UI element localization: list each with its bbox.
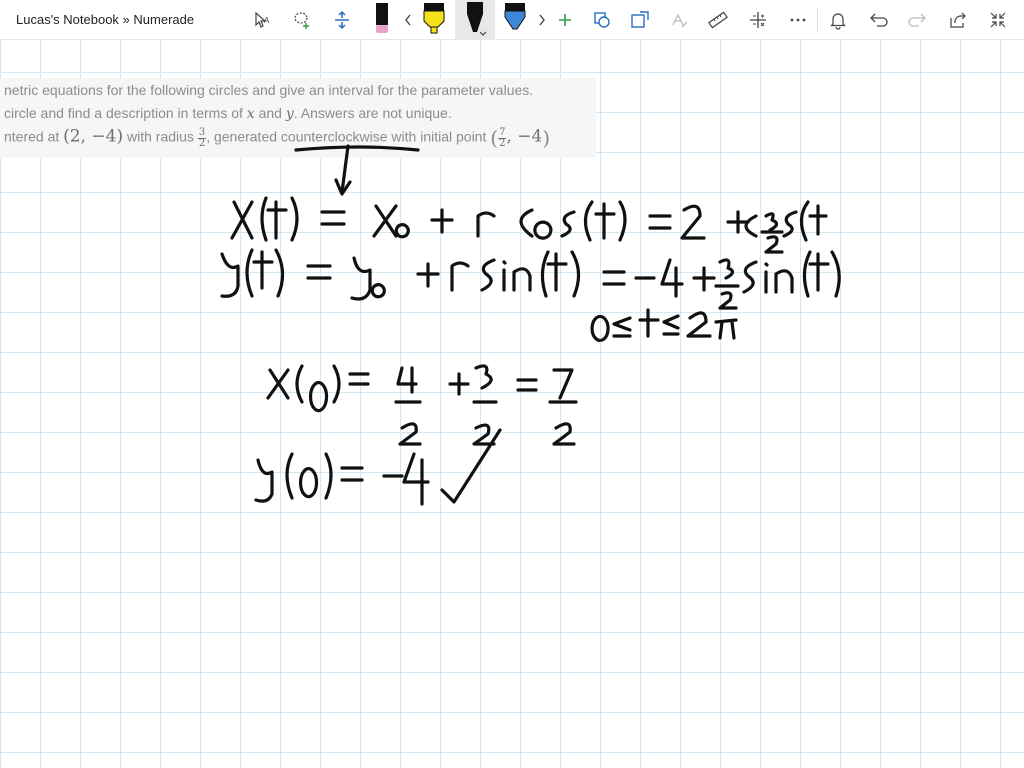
share-button[interactable] — [946, 0, 970, 40]
pen-scroll-left[interactable] — [400, 0, 416, 40]
more-icon — [790, 18, 806, 22]
pen-blue[interactable] — [498, 0, 532, 40]
shapes-icon — [594, 12, 610, 28]
notifications-button[interactable] — [826, 0, 850, 40]
ink-arrow — [294, 144, 420, 196]
pen-pink[interactable] — [370, 0, 394, 40]
ink-check-y — [254, 428, 502, 506]
collapse-icon — [990, 12, 1006, 28]
ink-to-shape-tool[interactable] — [628, 0, 652, 40]
ink-to-shape-icon — [631, 11, 649, 28]
insert-space-icon — [335, 10, 349, 30]
math-grid-tool[interactable] — [746, 0, 770, 40]
bell-icon — [830, 13, 846, 30]
pen-scroll-right[interactable] — [534, 0, 550, 40]
lasso-plus-icon — [294, 12, 309, 29]
cursor-text-icon: A — [255, 11, 270, 28]
ink-to-math-tool — [668, 0, 692, 40]
pen-icon — [504, 3, 526, 30]
highlighter-icon — [423, 3, 445, 34]
insert-space-tool[interactable] — [330, 0, 354, 40]
window-title: Lucas's Notebook » Numerade — [16, 12, 195, 27]
pen-icon — [376, 3, 388, 33]
highlighter-yellow[interactable] — [418, 0, 450, 40]
plus-icon — [559, 14, 571, 26]
add-pen-button[interactable] — [554, 0, 576, 40]
app-toolbar: Lucas's Notebook » Numerade A — [0, 0, 1024, 40]
ink-to-math-icon — [672, 13, 688, 28]
svg-text:A: A — [264, 16, 270, 25]
pen-icon — [467, 2, 487, 36]
select-text-tool[interactable]: A — [250, 0, 274, 40]
more-options-button[interactable] — [786, 0, 810, 40]
chevron-left-icon — [405, 14, 411, 26]
toolbar-divider — [817, 8, 818, 32]
full-screen-button[interactable] — [986, 0, 1010, 40]
handwritten-ink — [220, 144, 841, 506]
share-icon — [950, 12, 966, 28]
shapes-tool[interactable] — [590, 0, 614, 40]
lasso-tool[interactable] — [290, 0, 314, 40]
chevron-right-icon — [539, 14, 545, 26]
undo-icon — [870, 13, 888, 27]
redo-button — [906, 0, 930, 40]
undo-button[interactable] — [866, 0, 890, 40]
pen-black[interactable] — [455, 0, 495, 40]
ruler-tool[interactable] — [706, 0, 730, 40]
ruler-icon — [708, 11, 728, 29]
notebook-canvas[interactable]: netric equations for the following circl… — [0, 40, 1024, 768]
ink-interval — [590, 308, 738, 342]
ink-eq-x — [230, 196, 828, 254]
redo-icon — [908, 13, 926, 27]
math-grid-icon — [750, 12, 766, 28]
ink-check-x — [266, 364, 578, 446]
ink-eq-y — [220, 248, 841, 310]
